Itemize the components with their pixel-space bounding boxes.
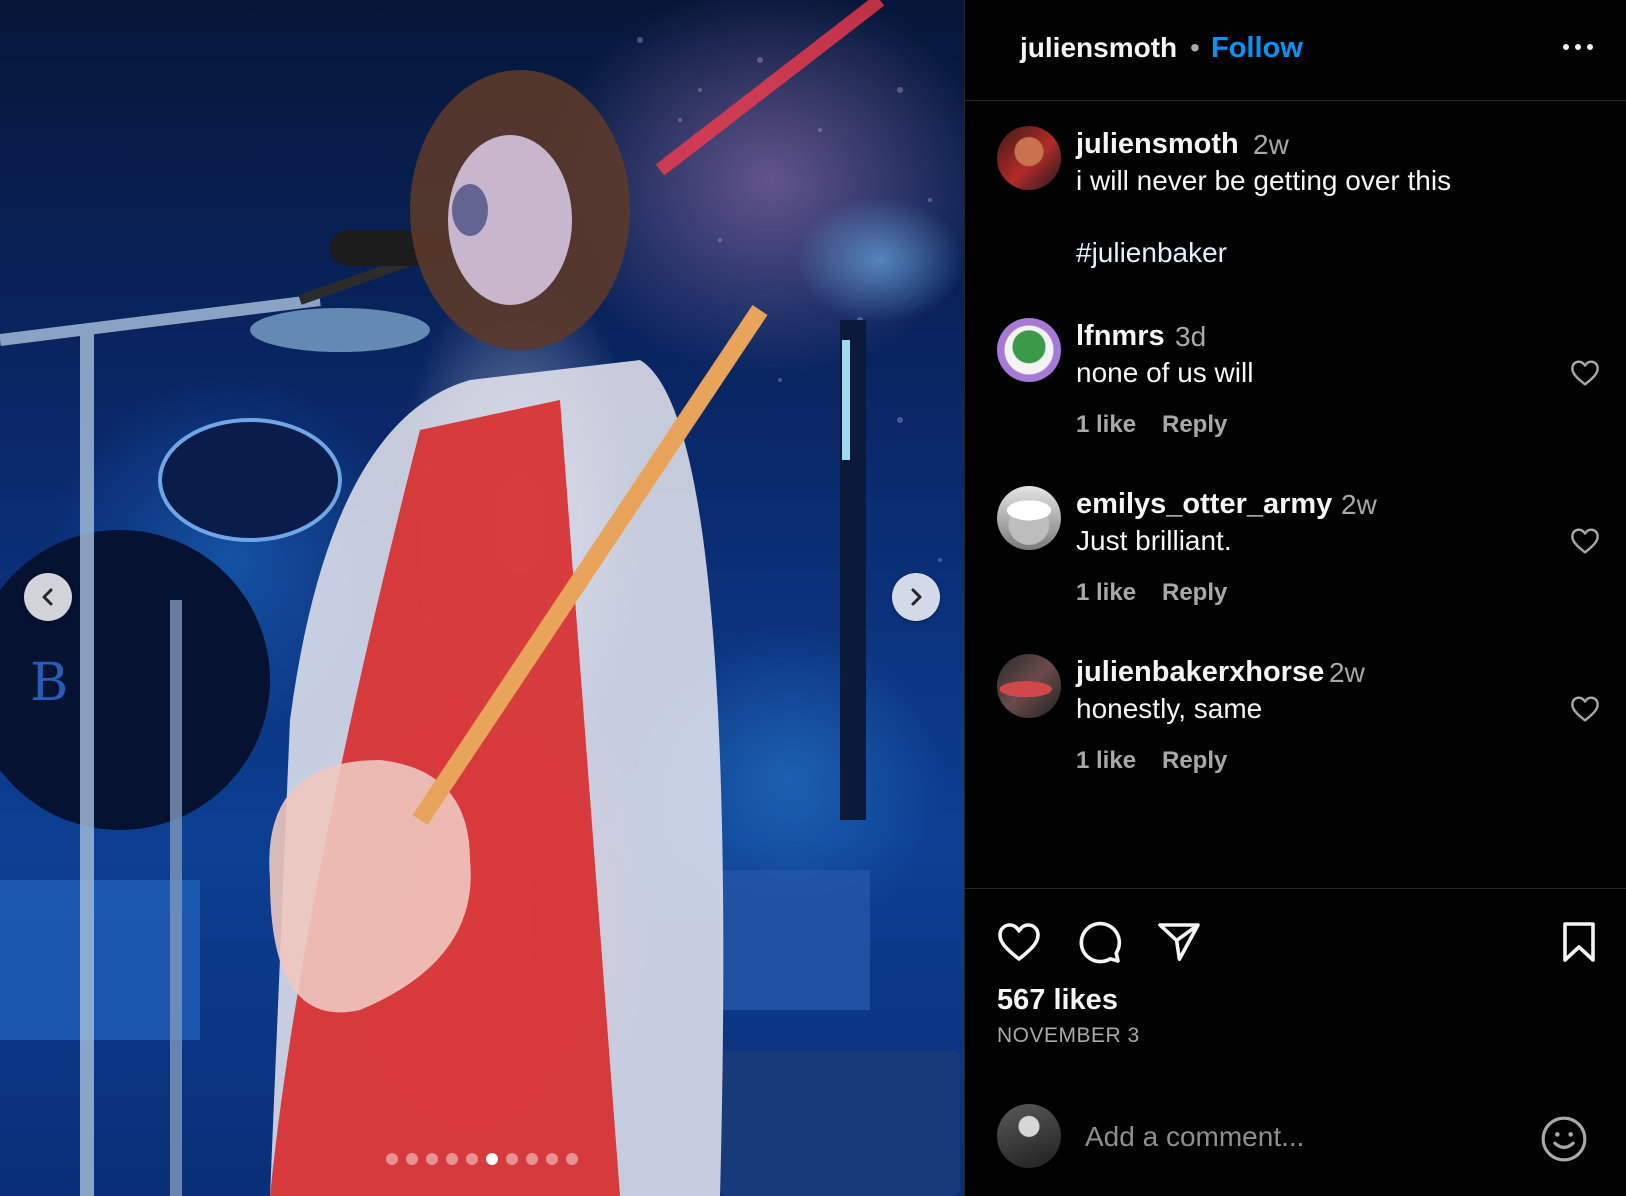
caption-hashtag[interactable]: #julienbaker — [1076, 237, 1227, 269]
reply-button[interactable]: Reply — [1162, 747, 1227, 775]
comment-like-count[interactable]: 1 like — [1076, 747, 1136, 775]
comment-icon[interactable] — [1075, 918, 1123, 966]
next-slide-button[interactable] — [892, 573, 940, 621]
carousel-dot — [526, 1153, 538, 1165]
avatar[interactable] — [997, 126, 1061, 190]
carousel-dot — [386, 1153, 398, 1165]
follow-button[interactable]: Follow — [1211, 32, 1303, 65]
heart-icon[interactable] — [1569, 357, 1601, 389]
comment-input[interactable] — [1085, 1114, 1525, 1160]
comment-time: 2w — [1341, 489, 1377, 520]
comment-text: honestly, same — [1076, 693, 1263, 724]
heart-icon[interactable] — [995, 918, 1043, 966]
avatar[interactable] — [997, 486, 1061, 550]
carousel-dot — [506, 1153, 518, 1165]
carousel-dot — [406, 1153, 418, 1165]
more-icon — [1563, 44, 1569, 50]
chevron-right-icon — [911, 588, 922, 606]
more-options-button[interactable] — [1563, 36, 1603, 58]
heart-icon[interactable] — [1569, 525, 1601, 557]
heart-icon[interactable] — [1569, 693, 1601, 725]
header-separator: • — [1190, 32, 1200, 63]
comment-like-count[interactable]: 1 like — [1076, 579, 1136, 607]
carousel-dot — [446, 1153, 458, 1165]
carousel-dot — [486, 1153, 498, 1165]
carousel-indicator — [0, 1153, 964, 1165]
comment-text: none of us will — [1076, 357, 1254, 388]
carousel-dot — [566, 1153, 578, 1165]
comment-username[interactable]: julienbakerxhorse — [1076, 656, 1324, 689]
carousel-dot — [426, 1153, 438, 1165]
caption-time: 2w — [1253, 129, 1289, 160]
comment-text: Just brilliant. — [1076, 525, 1232, 556]
avatar — [997, 1104, 1061, 1168]
bookmark-icon[interactable] — [1555, 918, 1603, 966]
comment-time: 2w — [1329, 657, 1365, 688]
caption-text: i will never be getting over this — [1076, 165, 1452, 196]
post-author-username[interactable]: juliensmoth — [1020, 32, 1177, 64]
chevron-left-icon — [42, 588, 53, 606]
post-details-panel: juliensmoth • Follow juliensmoth 2w i wi… — [964, 0, 1626, 1196]
caption-username[interactable]: juliensmoth — [1076, 128, 1239, 161]
avatar[interactable] — [997, 654, 1061, 718]
concert-photo-image: B — [0, 0, 960, 1196]
comment-username[interactable]: lfnmrs — [1076, 320, 1165, 353]
share-icon[interactable] — [1155, 918, 1203, 966]
reply-button[interactable]: Reply — [1162, 411, 1227, 439]
post-header: juliensmoth • Follow — [965, 0, 1626, 101]
comment-time: 3d — [1175, 321, 1207, 352]
post-date: NOVEMBER 3 — [997, 1024, 1140, 1047]
section-divider — [965, 888, 1626, 889]
carousel-dot — [546, 1153, 558, 1165]
like-count[interactable]: 567 likes — [997, 984, 1118, 1017]
post-photo: B — [0, 0, 964, 1196]
previous-slide-button[interactable] — [24, 573, 72, 621]
svg-text:B: B — [30, 653, 68, 713]
reply-button[interactable]: Reply — [1162, 579, 1227, 607]
comment-username[interactable]: emilys_otter_army — [1076, 488, 1332, 521]
carousel-dot — [466, 1153, 478, 1165]
comment-like-count[interactable]: 1 like — [1076, 411, 1136, 439]
avatar[interactable] — [997, 318, 1061, 382]
emoji-icon[interactable] — [1539, 1114, 1589, 1164]
